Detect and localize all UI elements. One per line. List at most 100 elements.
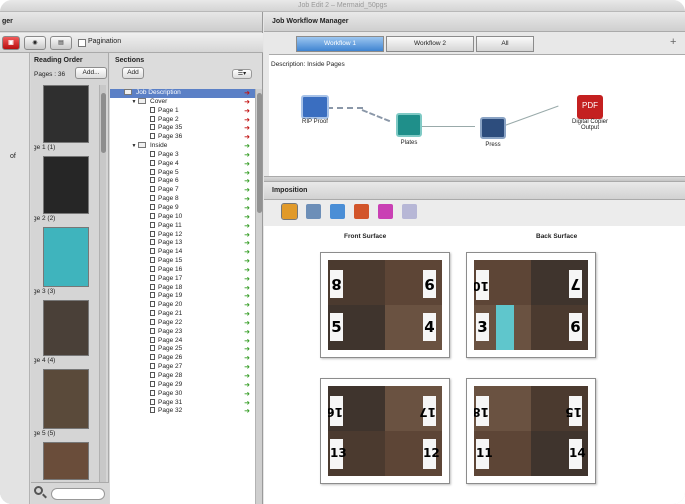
green-arrow-icon[interactable]: ➜ [243, 293, 251, 300]
green-arrow-icon[interactable]: ➜ [243, 302, 251, 309]
red-arrow-icon[interactable]: ➜ [243, 99, 251, 106]
tree-section-item[interactable]: ▼ Cover ➜ [110, 97, 255, 107]
tab-all[interactable]: All [476, 36, 534, 52]
green-arrow-icon[interactable]: ➜ [243, 373, 251, 380]
green-arrow-icon[interactable]: ➜ [243, 329, 251, 336]
press-node[interactable]: Press [475, 117, 511, 148]
tree-page-item[interactable]: Page 6 ➜ [110, 177, 255, 186]
tree-section-item[interactable]: Job Description ➜ [110, 89, 255, 98]
green-arrow-icon[interactable]: ➜ [243, 232, 251, 239]
green-arrow-icon[interactable]: ➜ [243, 311, 251, 318]
green-arrow-icon[interactable]: ➜ [243, 187, 251, 194]
tree-page-item[interactable]: Page 31 ➜ [110, 398, 255, 408]
layout-tool-icon[interactable] [281, 203, 298, 220]
imposition-sheet[interactable]: 10 7 3 6 [466, 252, 596, 358]
digital-copier-node[interactable]: PDF Digital Copier Output [565, 95, 615, 131]
print-disc-icon[interactable]: ◉ [24, 36, 46, 50]
tree-page-item[interactable]: Page 20 ➜ [110, 301, 255, 310]
tree-page-item[interactable]: Page 14 ➜ [110, 248, 255, 257]
tree-page-item[interactable]: Page 5 ➜ [110, 168, 255, 178]
green-arrow-icon[interactable]: ➜ [243, 267, 251, 274]
sections-scrollbar[interactable] [255, 89, 262, 504]
green-arrow-icon[interactable]: ➜ [243, 161, 251, 168]
scrollbar-thumb[interactable] [257, 93, 262, 213]
green-arrow-icon[interactable]: ➜ [243, 276, 251, 283]
tree-page-item[interactable]: Page 13 ➜ [110, 239, 255, 248]
tree-page-item[interactable]: Page 18 ➜ [110, 283, 255, 293]
green-arrow-icon[interactable]: ➜ [243, 170, 251, 177]
red-arrow-icon[interactable]: ➜ [243, 108, 251, 115]
page-thumbnail[interactable] [43, 369, 89, 429]
green-arrow-icon[interactable]: ➜ [243, 285, 251, 292]
green-arrow-icon[interactable]: ➜ [243, 223, 251, 230]
tree-page-item[interactable]: Page 30 ➜ [110, 389, 255, 399]
imposition-sheet[interactable]: 8 9 5 4 [320, 252, 450, 358]
rip-proof-node[interactable]: RIP Proof [295, 95, 335, 125]
tree-page-item[interactable]: Page 36 ➜ [110, 133, 255, 142]
tree-page-item[interactable]: Page 12 ➜ [110, 230, 255, 240]
tree-page-item[interactable]: Page 8 ➜ [110, 195, 255, 204]
scrollbar-thumb[interactable] [101, 93, 106, 153]
tree-page-item[interactable]: Page 27 ➜ [110, 363, 255, 372]
page-thumbnail[interactable] [43, 300, 89, 356]
tree-page-item[interactable]: Page 28 ➜ [110, 372, 255, 381]
tree-page-item[interactable]: Page 29 ➜ [110, 380, 255, 390]
tree-page-item[interactable]: Page 3 ➜ [110, 150, 255, 160]
tree-page-item[interactable]: Page 7 ➜ [110, 186, 255, 195]
tree-page-item[interactable]: Page 19 ➜ [110, 292, 255, 301]
sections-menu-button[interactable]: ☰▾ [232, 69, 252, 79]
tab-workflow-1[interactable]: Workflow 1 [296, 36, 384, 52]
tree-page-item[interactable]: Page 24 ➜ [110, 336, 255, 346]
page-thumbnail[interactable] [43, 442, 89, 480]
color-tool-icon[interactable] [378, 204, 393, 219]
tree-page-item[interactable]: Page 32 ➜ [110, 407, 255, 416]
green-arrow-icon[interactable]: ➜ [243, 408, 251, 415]
green-arrow-icon[interactable]: ➜ [243, 346, 251, 353]
tree-page-item[interactable]: Page 17 ➜ [110, 274, 255, 284]
green-arrow-icon[interactable]: ➜ [243, 258, 251, 265]
tree-page-item[interactable]: Page 2 ➜ [110, 115, 255, 125]
green-arrow-icon[interactable]: ➜ [243, 178, 251, 185]
pagination-checkbox[interactable] [78, 39, 86, 47]
disclosure-triangle-icon[interactable]: ▼ [130, 98, 138, 107]
green-arrow-icon[interactable]: ➜ [243, 320, 251, 327]
green-arrow-icon[interactable]: ➜ [243, 338, 251, 345]
tree-page-item[interactable]: Page 9 ➜ [110, 203, 255, 213]
tree-page-item[interactable]: Page 1 ➜ [110, 106, 255, 116]
imposition-sheet[interactable]: 18 15 11 14 [466, 378, 596, 484]
plates-node[interactable]: Plates [389, 113, 429, 146]
page-thumbnail[interactable] [43, 85, 89, 143]
disclosure-triangle-icon[interactable]: ▼ [130, 142, 138, 151]
red-arrow-icon[interactable]: ➜ [243, 117, 251, 124]
green-arrow-icon[interactable]: ➜ [243, 364, 251, 371]
tree-page-item[interactable]: Page 25 ➜ [110, 345, 255, 354]
green-arrow-icon[interactable]: ➜ [243, 143, 251, 150]
green-arrow-icon[interactable]: ➜ [243, 152, 251, 159]
red-arrow-icon[interactable]: ➜ [243, 134, 251, 141]
preview-tool-icon[interactable] [306, 204, 321, 219]
pdf-icon[interactable]: ▣ [2, 36, 20, 50]
green-arrow-icon[interactable]: ➜ [243, 214, 251, 221]
green-arrow-icon[interactable]: ➜ [243, 391, 251, 398]
tree-section-item[interactable]: ▼ Inside ➜ [110, 142, 255, 151]
marks-tool-icon[interactable] [354, 204, 369, 219]
tree-page-item[interactable]: Page 21 ➜ [110, 310, 255, 319]
tab-workflow-2[interactable]: Workflow 2 [386, 36, 474, 52]
page-thumbnail[interactable] [43, 156, 89, 214]
page-thumbnail[interactable] [43, 227, 89, 287]
green-arrow-icon[interactable]: ➜ [243, 205, 251, 212]
sections-add-button[interactable]: Add [122, 67, 144, 79]
imposition-sheet[interactable]: 16 17 13 12 [320, 378, 450, 484]
tree-page-item[interactable]: Page 15 ➜ [110, 257, 255, 266]
green-arrow-icon[interactable]: ➜ [243, 400, 251, 407]
tree-page-item[interactable]: Page 35 ➜ [110, 124, 255, 133]
page-split-icon[interactable]: ▤ [50, 36, 72, 50]
tree-page-item[interactable]: Page 16 ➜ [110, 265, 255, 275]
cube-tool-icon[interactable] [330, 204, 345, 219]
add-workflow-button[interactable]: + [670, 36, 676, 48]
green-arrow-icon[interactable]: ➜ [243, 249, 251, 256]
tree-page-item[interactable]: Page 23 ➜ [110, 327, 255, 337]
green-arrow-icon[interactable]: ➜ [243, 240, 251, 247]
tree-page-item[interactable]: Page 26 ➜ [110, 354, 255, 363]
tree-page-item[interactable]: Page 11 ➜ [110, 221, 255, 231]
